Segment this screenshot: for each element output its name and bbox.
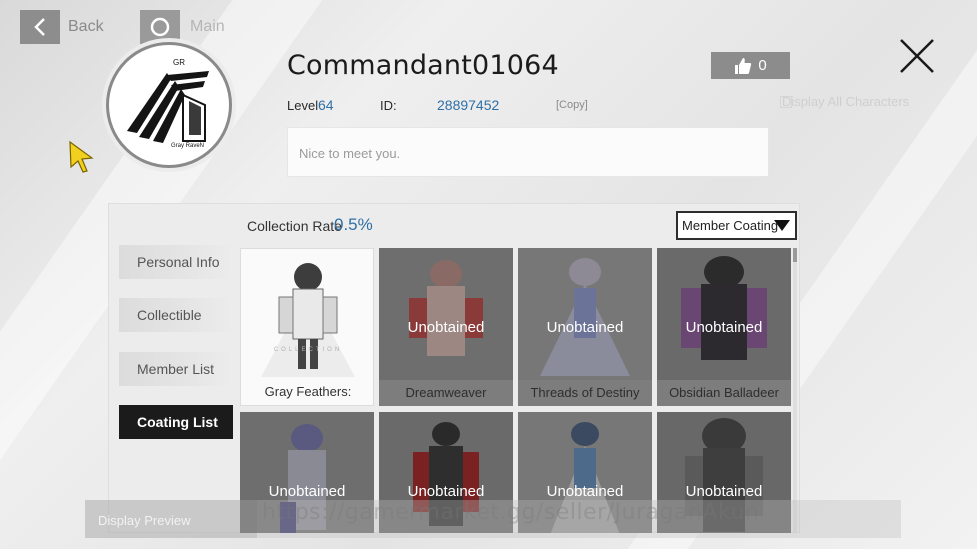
main-button[interactable] <box>140 10 180 44</box>
main-label[interactable]: Main <box>190 18 225 36</box>
avatar[interactable]: GR Gray RaveN <box>106 42 232 168</box>
tab-label: Collectible <box>137 307 202 323</box>
collection-rate-label: Collection Rate <box>247 218 342 234</box>
back-label[interactable]: Back <box>68 18 104 36</box>
level-label: Level <box>287 98 319 113</box>
coating-name: Threads of Destiny <box>518 380 652 406</box>
display-preview-button[interactable]: Display Preview <box>85 500 257 538</box>
back-button[interactable] <box>20 10 60 44</box>
scrollbar-thumb[interactable] <box>793 248 797 262</box>
coating-card[interactable]: Unobtained Threads of Destiny <box>518 248 652 406</box>
copy-id-button[interactable]: [Copy] <box>556 99 588 111</box>
coating-name: Gray Feathers: <box>241 379 373 405</box>
like-count: 0 <box>758 57 767 74</box>
tab-collectible[interactable]: Collectible <box>119 298 233 332</box>
close-icon <box>900 39 934 73</box>
profile-name: Commandant01064 <box>287 50 559 81</box>
level-value: 64 <box>318 97 334 113</box>
unobtained-label: Unobtained <box>407 483 485 500</box>
tab-label: Coating List <box>137 414 218 430</box>
signature-box: Nice to meet you. <box>287 127 769 177</box>
coating-art <box>657 248 791 380</box>
tab-label: Member List <box>137 361 215 377</box>
unobtained-label: Unobtained <box>268 483 346 500</box>
collection-rate-value: 0.5% <box>334 215 373 234</box>
coating-card[interactable]: Unobtained Dreamweaver <box>379 248 513 406</box>
coating-filter-dropdown[interactable]: Member Coating <box>676 211 797 240</box>
filter-selected-label: Member Coating <box>682 218 779 233</box>
thumbs-up-icon <box>735 57 752 74</box>
gray-raven-logo: GR Gray RaveN <box>113 49 225 161</box>
logo-text-bottom: Gray RaveN <box>171 143 204 149</box>
unobtained-label: Unobtained <box>685 319 763 336</box>
tab-label: Personal Info <box>137 254 220 270</box>
dropdown-triangle-icon <box>774 220 790 231</box>
tab-member-list[interactable]: Member List <box>119 352 233 386</box>
id-label: ID: <box>380 98 397 113</box>
unobtained-label: Unobtained <box>407 319 485 336</box>
watermark-text: https://gamermarket.gg/seller/JuraganAku… <box>262 500 760 525</box>
grid-scrollbar[interactable] <box>793 248 797 533</box>
unobtained-label: Unobtained <box>546 319 624 336</box>
coating-card[interactable]: COLLECTION Gray Feathers: <box>240 248 374 406</box>
tab-personal-info[interactable]: Personal Info <box>119 245 233 279</box>
unobtained-label: Unobtained <box>685 483 763 500</box>
coating-art <box>379 248 513 380</box>
coating-art <box>518 248 652 380</box>
coating-art: COLLECTION <box>261 263 355 377</box>
id-value: 28897452 <box>437 97 500 113</box>
coating-grid: COLLECTION Gray Feathers: Unobtained Dre… <box>240 248 793 533</box>
circle-icon <box>150 17 170 37</box>
coating-card[interactable]: Unobtained Obsidian Balladeer <box>657 248 791 406</box>
unobtained-label: Unobtained <box>546 483 624 500</box>
coating-name: Dreamweaver <box>379 380 513 406</box>
cursor-icon <box>69 140 94 173</box>
coating-name: Obsidian Balladeer <box>657 380 791 406</box>
tab-coating-list[interactable]: Coating List <box>119 405 233 439</box>
collection-watermark-text: COLLECTION <box>274 347 342 353</box>
logo-text-top: GR <box>173 58 185 67</box>
back-arrow-icon <box>34 18 45 36</box>
display-all-label[interactable]: Display All Characters <box>782 94 909 109</box>
close-button[interactable] <box>898 37 936 75</box>
like-button[interactable]: 0 <box>711 52 790 79</box>
